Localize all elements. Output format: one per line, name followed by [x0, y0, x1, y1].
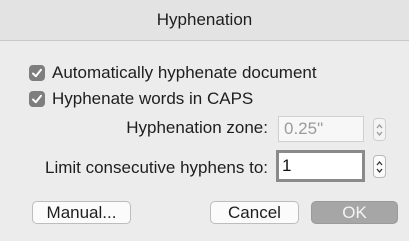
checkmark-icon [32, 94, 42, 104]
dialog-title-bar: Hyphenation [0, 0, 409, 41]
dialog-title: Hyphenation [156, 10, 253, 29]
auto-hyphenate-option[interactable]: Automatically hyphenate document [29, 63, 317, 83]
ok-button-label: OK [342, 202, 367, 222]
ok-button[interactable]: OK [311, 201, 398, 224]
hyphenation-zone-value: 0.25" [284, 119, 324, 138]
checkmark-icon [32, 68, 42, 78]
hyphenate-caps-checkbox[interactable] [29, 91, 45, 107]
hyphenate-caps-option[interactable]: Hyphenate words in CAPS [29, 89, 253, 109]
hyphenation-zone-field[interactable]: 0.25" [278, 116, 364, 142]
limit-hyphens-stepper[interactable] [373, 155, 386, 178]
hyphenation-zone-stepper[interactable] [373, 118, 386, 141]
manual-button-label: Manual... [46, 202, 117, 222]
stepper-arrows-icon [376, 160, 383, 173]
hyphenation-zone-label: Hyphenation zone: [126, 118, 268, 137]
stepper-arrows-icon [376, 123, 383, 136]
hyphenate-caps-label: Hyphenate words in CAPS [52, 89, 254, 108]
auto-hyphenate-checkbox[interactable] [29, 65, 45, 81]
limit-hyphens-field[interactable]: 1 [276, 150, 365, 182]
limit-hyphens-value: 1 [282, 156, 292, 175]
manual-button[interactable]: Manual... [32, 201, 131, 224]
auto-hyphenate-label: Automatically hyphenate document [52, 63, 317, 82]
limit-hyphens-label: Limit consecutive hyphens to: [44, 158, 268, 177]
cancel-button-label: Cancel [228, 202, 281, 222]
cancel-button[interactable]: Cancel [210, 201, 299, 224]
